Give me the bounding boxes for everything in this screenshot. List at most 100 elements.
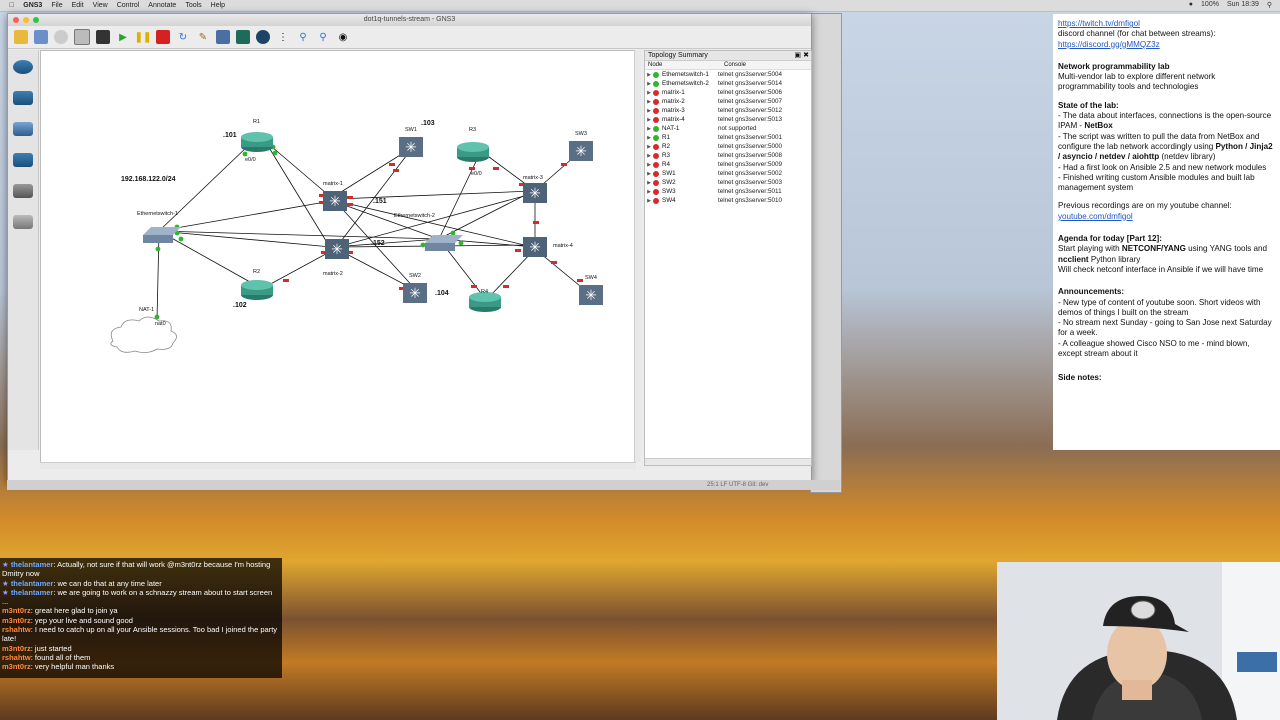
note-icon[interactable]: ✎ (196, 30, 210, 44)
folder-icon[interactable] (14, 30, 28, 44)
apple-icon[interactable]:  (9, 2, 14, 9)
router-r2[interactable] (241, 280, 273, 300)
switch-matrix-2[interactable]: ✳ (325, 239, 349, 259)
ellipse-icon[interactable] (256, 30, 270, 44)
minimize-icon[interactable] (23, 17, 29, 23)
open-folder-icon[interactable] (34, 30, 48, 44)
topology-row[interactable]: ▶ SW1 telnet gns3server:5002 (645, 169, 811, 178)
topology-row[interactable]: ▶ NAT-1 not supported (645, 124, 811, 133)
close-icon[interactable] (13, 17, 19, 23)
maximize-icon[interactable] (33, 17, 39, 23)
switch-matrix-4[interactable]: ✳ (523, 237, 547, 257)
close-panel-icon[interactable]: ✖ (803, 51, 809, 60)
topology-row[interactable]: ▶ matrix-3 telnet gns3server:5012 (645, 106, 811, 115)
canvas-vscrollbar[interactable] (634, 50, 641, 462)
ethernetswitch-2[interactable] (425, 235, 463, 251)
topology-row[interactable]: ▶ matrix-4 telnet gns3server:5013 (645, 115, 811, 124)
expand-arrow-icon[interactable]: ▶ (645, 189, 653, 195)
topology-row[interactable]: ▶ SW3 telnet gns3server:5011 (645, 187, 811, 196)
switch-sw1[interactable]: ✳ (399, 137, 423, 157)
switch-sw4[interactable]: ✳ (579, 285, 603, 305)
expand-arrow-icon[interactable]: ▶ (645, 144, 653, 150)
node-console: telnet gns3server:5014 (718, 80, 783, 87)
node-console: telnet gns3server:5012 (718, 107, 783, 114)
expand-arrow-icon[interactable]: ▶ (645, 180, 653, 186)
nat-cloud-icon[interactable] (110, 316, 177, 353)
menu-app-gns3[interactable]: GNS3 (23, 2, 42, 9)
chat-message: rshahtw: I need to catch up on all your … (2, 625, 280, 644)
select-icon[interactable] (74, 29, 90, 45)
clock[interactable]: Sun 18:39 (1227, 1, 1259, 9)
expand-arrow-icon[interactable]: ▶ (645, 117, 653, 123)
chat-message: m3nt0rz: great here glad to join ya (2, 606, 280, 615)
expand-arrow-icon[interactable]: ▶ (645, 135, 653, 141)
col-node[interactable]: Node (645, 61, 721, 69)
menu-file[interactable]: File (51, 2, 62, 9)
col-console[interactable]: Console (721, 61, 749, 69)
spotlight-icon[interactable]: ⚲ (1267, 1, 1272, 9)
rectangle-icon[interactable] (236, 30, 250, 44)
switch-sw2[interactable]: ✳ (403, 283, 427, 303)
menu-edit[interactable]: Edit (72, 2, 84, 9)
node-name: matrix-1 (662, 89, 685, 96)
ethernetswitch-1[interactable] (143, 227, 181, 243)
menu-tools[interactable]: Tools (185, 2, 201, 9)
agenda-1e: Python library (1088, 254, 1141, 264)
image-icon[interactable] (216, 30, 230, 44)
expand-arrow-icon[interactable]: ▶ (645, 153, 653, 159)
more-icon[interactable]: ⋮ (276, 30, 290, 44)
router-r4[interactable] (469, 292, 501, 312)
screenshot-icon[interactable]: ◉ (336, 30, 350, 44)
router-r3[interactable] (457, 142, 489, 162)
topology-row[interactable]: ▶ Ethernetswitch-1 telnet gns3server:5004 (645, 70, 811, 79)
topology-row[interactable]: ▶ SW2 telnet gns3server:5003 (645, 178, 811, 187)
discord-link[interactable]: https://discord.gg/gMMQZ3z (1058, 40, 1160, 49)
stop-all-icon[interactable] (156, 30, 170, 44)
security-device-icon[interactable] (13, 153, 33, 167)
reload-icon[interactable]: ↻ (176, 30, 190, 44)
all-devices-icon[interactable] (13, 184, 33, 198)
topology-row[interactable]: ▶ R3 telnet gns3server:5008 (645, 151, 811, 160)
topology-hscrollbar[interactable] (645, 458, 811, 465)
topology-row[interactable]: ▶ R4 telnet gns3server:5009 (645, 160, 811, 169)
switch-sw3[interactable]: ✳ (569, 141, 593, 161)
expand-arrow-icon[interactable]: ▶ (645, 72, 653, 78)
menu-view[interactable]: View (93, 2, 108, 9)
switch-matrix-3[interactable]: ✳ (523, 183, 547, 203)
topology-row[interactable]: ▶ matrix-1 telnet gns3server:5006 (645, 88, 811, 97)
switch-matrix-1[interactable]: ✳ (323, 191, 347, 211)
expand-arrow-icon[interactable]: ▶ (645, 99, 653, 105)
expand-arrow-icon[interactable]: ▶ (645, 198, 653, 204)
router-icon[interactable] (13, 60, 33, 74)
topology-row[interactable]: ▶ Ethernetswitch-2 telnet gns3server:5014 (645, 79, 811, 88)
end-device-icon[interactable] (13, 122, 33, 136)
topology-row[interactable]: ▶ R2 telnet gns3server:5000 (645, 142, 811, 151)
expand-arrow-icon[interactable]: ▶ (645, 126, 653, 132)
expand-arrow-icon[interactable]: ▶ (645, 108, 653, 114)
start-all-icon[interactable]: ▶ (116, 30, 130, 44)
menu-help[interactable]: Help (211, 2, 225, 9)
expand-arrow-icon[interactable]: ▶ (645, 171, 653, 177)
cable-icon[interactable] (13, 215, 33, 229)
topology-row[interactable]: ▶ R1 telnet gns3server:5001 (645, 133, 811, 142)
zoom-out-icon[interactable]: ⚲ (316, 30, 330, 44)
menu-control[interactable]: Control (117, 2, 140, 9)
expand-arrow-icon[interactable]: ▶ (645, 90, 653, 96)
topology-row[interactable]: ▶ SW4 telnet gns3server:5010 (645, 196, 811, 205)
snapshot-icon[interactable] (54, 30, 68, 44)
menu-annotate[interactable]: Annotate (148, 2, 176, 9)
console-icon[interactable] (96, 30, 110, 44)
twitch-link[interactable]: https://twitch.tv/dmfigol (1058, 19, 1140, 28)
topology-canvas[interactable]: ✳ ✳ ✳ ✳ ✳ ✳ ✳ ✳ R1 R2 R3 R4 SW1 SW2 SW3 … (40, 50, 636, 464)
canvas-hscrollbar[interactable] (40, 462, 636, 469)
router-r1[interactable] (241, 132, 273, 152)
expand-arrow-icon[interactable]: ▶ (645, 81, 653, 87)
float-panel-icon[interactable]: ▣ (794, 51, 801, 60)
switch-icon[interactable] (13, 91, 33, 105)
wifi-icon[interactable]: ● (1189, 1, 1193, 9)
expand-arrow-icon[interactable]: ▶ (645, 162, 653, 168)
youtube-link[interactable]: youtube.com/dmfigol (1058, 212, 1133, 221)
zoom-in-icon[interactable]: ⚲ (296, 30, 310, 44)
pause-all-icon[interactable]: ❚❚ (135, 30, 152, 44)
topology-row[interactable]: ▶ matrix-2 telnet gns3server:5007 (645, 97, 811, 106)
